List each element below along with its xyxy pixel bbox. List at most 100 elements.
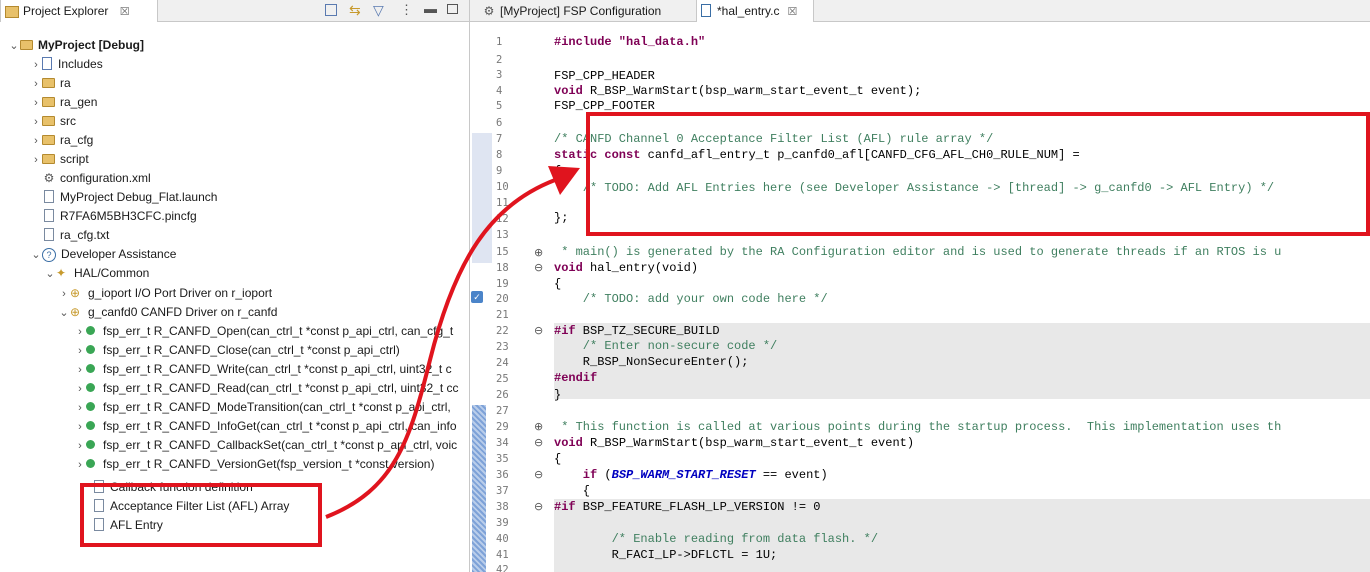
tree-item-function[interactable]: › fsp_err_t R_CANFD_Close(can_ctrl_t *con… [74,341,400,360]
function-icon [86,364,95,373]
tree-item-label: g_canfd0 CANFD Driver on r_canfd [88,305,278,319]
code-line: }; [554,211,569,225]
line-number: 19 [496,278,509,290]
chevron-right-icon[interactable]: › [30,113,42,132]
tab-project-explorer[interactable]: Project Explorer ☒ [0,0,158,22]
close-icon[interactable]: ☒ [787,6,797,18]
line-number: 15 [496,246,509,258]
tab-hal-entry[interactable]: *hal_entry.c ☒ [696,0,814,22]
tree-item-src[interactable]: › src [30,112,76,131]
collapse-all-icon[interactable] [325,4,337,16]
code-text: ( [597,468,612,482]
chevron-right-icon[interactable]: › [74,323,86,342]
function-icon [86,402,95,411]
collapse-fold-icon[interactable]: ⊖ [534,324,543,337]
chevron-right-icon[interactable]: › [30,132,42,151]
tree-item-function[interactable]: › fsp_err_t R_CANFD_Write(can_ctrl_t *con… [74,360,452,380]
chevron-down-icon[interactable]: ⌄ [30,246,42,265]
code-line: void R_BSP_WarmStart(bsp_warm_start_even… [554,436,914,450]
chevron-down-icon[interactable]: ⌄ [8,37,20,56]
annotation-box-code [586,112,1370,236]
line-number: 12 [496,213,509,225]
tree-item-hal-common[interactable]: ⌄✦ HAL/Common [44,264,149,283]
tree-item-label: src [60,114,76,128]
code-editor-panel: ⚙ [MyProject] FSP Configuration *hal_entr… [470,0,1370,572]
line-number: 2 [496,54,503,66]
chevron-right-icon[interactable]: › [74,418,86,437]
explorer-tabbar: Project Explorer ☒ ⇆ ▽ ⋮ ▬ [0,0,469,22]
collapse-fold-icon[interactable]: ⊖ [534,436,543,449]
chevron-down-icon[interactable]: ⌄ [44,265,56,284]
tree-item-ra[interactable]: › ra [30,74,71,93]
expand-fold-icon[interactable]: ⊕ [534,246,543,259]
tree-item-project-root[interactable]: ⌄ MyProject [Debug] [8,36,144,55]
tree-item-script[interactable]: › script [30,150,89,169]
chevron-right-icon[interactable]: › [74,361,86,380]
chevron-right-icon[interactable]: › [30,94,42,113]
line-number: 8 [496,149,503,161]
line-number: 42 [496,564,509,572]
tree-item-function[interactable]: › fsp_err_t R_CANFD_VersionGet(fsp_versio… [74,455,434,474]
keyword: void [554,261,583,275]
tree-item-label: fsp_err_t R_CANFD_Write(can_ctrl_t *cons… [103,362,452,376]
line-number: 25 [496,373,509,385]
code-line: FSP_CPP_HEADER [554,69,655,83]
chevron-right-icon[interactable]: › [74,342,86,361]
collapse-fold-icon[interactable]: ⊖ [534,468,543,481]
function-icon [86,421,95,430]
code-line: #if BSP_TZ_SECURE_BUILD [554,324,720,338]
collapse-fold-icon[interactable]: ⊖ [534,261,543,274]
minimize-icon[interactable]: ▬ [424,1,437,16]
tree-item-g-canfd0[interactable]: ⌄⊕ g_canfd0 CANFD Driver on r_canfd [58,303,277,322]
view-menu-icon[interactable]: ⋮ [400,2,413,18]
filter-icon[interactable]: ▽ [373,2,384,19]
chevron-right-icon[interactable]: › [30,75,42,94]
tree-item-ra-gen[interactable]: › ra_gen [30,93,97,112]
tree-item-label: ra_cfg [60,133,94,147]
code-line: * main() is generated by the RA Configur… [554,245,1282,259]
code-line: FSP_CPP_FOOTER [554,99,655,113]
code-line: } [554,388,562,402]
tree-item-function[interactable]: › fsp_err_t R_CANFD_Read(can_ctrl_t *cons… [74,379,458,399]
chevron-right-icon[interactable]: › [74,399,86,418]
tree-item-function[interactable]: › fsp_err_t R_CANFD_ModeTransition(can_ct… [74,398,451,417]
tree-item-ra-cfg[interactable]: › ra_cfg [30,131,93,150]
tree-item-includes[interactable]: › Includes [30,55,103,74]
tree-item-configuration-xml[interactable]: ⚙ configuration.xml [42,169,151,188]
ruler-highlight [472,133,492,263]
maximize-icon[interactable] [447,4,458,14]
folder-icon [42,154,55,164]
link-editor-icon[interactable]: ⇆ [349,2,361,19]
line-number: 26 [496,389,509,401]
annotation-box-tree [80,483,322,547]
tree-item-function[interactable]: › fsp_err_t R_CANFD_CallbackSet(can_ctrl_… [74,436,457,455]
tree-item-launch[interactable]: MyProject Debug_Flat.launch [44,188,217,207]
code-line: #include "hal_data.h" [554,35,706,49]
tree-item-developer-assistance[interactable]: ⌄? Developer Assistance [30,245,176,264]
line-number: 41 [496,549,509,561]
keyword: #if [554,500,576,514]
chevron-right-icon[interactable]: › [30,56,42,75]
line-number: 9 [496,165,503,177]
chevron-right-icon[interactable]: › [74,437,86,456]
collapse-fold-icon[interactable]: ⊖ [534,500,543,513]
tree-item-function[interactable]: › fsp_err_t R_CANFD_Open(can_ctrl_t *cons… [74,322,453,341]
tree-item-pincfg[interactable]: R7FA6M5BH3CFC.pincfg [44,207,197,226]
chevron-right-icon[interactable]: › [58,285,70,304]
chevron-down-icon[interactable]: ⌄ [58,304,70,323]
chevron-right-icon[interactable]: › [30,151,42,170]
tab-fsp-configuration[interactable]: ⚙ [MyProject] FSP Configuration [478,0,688,22]
expand-fold-icon[interactable]: ⊕ [534,420,543,433]
tree-item-g-ioport[interactable]: › ⊕ g_ioport I/O Port Driver on r_ioport [58,284,272,303]
tree-item-label: Developer Assistance [61,247,177,261]
line-number: 1 [496,36,503,48]
file-icon [44,209,54,222]
code-line: void hal_entry(void) [554,261,698,275]
line-number: 38 [496,501,509,513]
tree-item-label: ra_cfg.txt [60,228,110,242]
close-icon[interactable]: ☒ [120,6,130,18]
chevron-right-icon[interactable]: › [74,380,86,399]
chevron-right-icon[interactable]: › [74,456,86,475]
tree-item-ra-cfg-txt[interactable]: ra_cfg.txt [44,226,109,245]
tree-item-function[interactable]: › fsp_err_t R_CANFD_InfoGet(can_ctrl_t *c… [74,417,456,437]
